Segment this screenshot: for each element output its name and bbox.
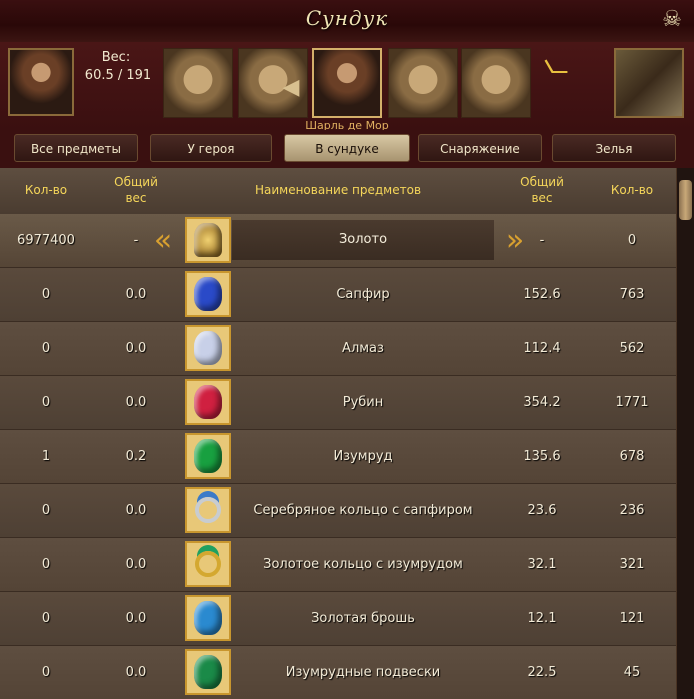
- tab-hero[interactable]: У героя: [150, 134, 272, 162]
- table-row[interactable]: 0 0.0 Серебряное кольцо с сапфиром 23.6 236: [0, 484, 676, 538]
- compass-icon[interactable]: ⦦: [536, 44, 576, 84]
- header-item-name: Наименование предметов: [254, 183, 422, 197]
- table-row[interactable]: 0 0.0 Золотое кольцо с изумрудом 32.1 321: [0, 538, 676, 592]
- qty-left: 0: [41, 557, 51, 572]
- item-name: Сапфир: [336, 287, 390, 302]
- window-title: Сундук: [305, 6, 389, 30]
- sapphire-icon: [185, 271, 231, 317]
- item-name: Изумрудные подвески: [285, 665, 441, 680]
- gold-coins-icon: [185, 217, 231, 263]
- qty-left: 1: [41, 449, 51, 464]
- qty-right: 45: [623, 665, 641, 680]
- table-row[interactable]: 6977400- Золото «» -0: [0, 214, 676, 268]
- header-qty-left: Кол-во: [24, 183, 68, 197]
- table-row[interactable]: 1 0.2 Изумруд 135.6 678: [0, 430, 676, 484]
- weight-value: 60.5 / 191: [84, 68, 152, 83]
- qty-left: 0: [41, 665, 51, 680]
- header-weight-right: Общий вес: [520, 175, 564, 205]
- qty-right: 0: [627, 233, 637, 248]
- silver-sapphire-ring-icon: [185, 487, 231, 533]
- qty-left: 0: [41, 611, 51, 626]
- chest-window: Сундук ☠ Вес: 60.5 / 191 ◀ ▶ Шарль де Мо…: [0, 0, 694, 699]
- item-name: Серебряное кольцо с сапфиром: [253, 503, 473, 518]
- table-row[interactable]: 0 0.0 Рубин 354.2 1771: [0, 376, 676, 430]
- table-row[interactable]: 0 0.0 Изумрудные подвески 22.5 45: [0, 646, 676, 699]
- weight-right: 12.1: [527, 611, 557, 626]
- qty-right: 562: [619, 341, 645, 356]
- qty-right: 236: [619, 503, 645, 518]
- item-name: Золотое кольцо с изумрудом: [263, 557, 463, 572]
- emerald-pendant-icon: [185, 649, 231, 695]
- weight-left: 0.0: [125, 557, 147, 572]
- qty-right: 121: [619, 611, 645, 626]
- diamond-icon: [185, 325, 231, 371]
- weight-right: 32.1: [527, 557, 557, 572]
- qty-left: 0: [41, 341, 51, 356]
- item-name: Золото: [232, 220, 494, 260]
- item-name: Изумруд: [333, 449, 393, 464]
- ship-map-image[interactable]: [614, 48, 684, 118]
- tab-equipment[interactable]: Снаряжение: [418, 134, 542, 162]
- title-bar: Сундук ☠: [0, 0, 694, 43]
- qty-right: 763: [619, 287, 645, 302]
- companion-slot-4[interactable]: [461, 48, 531, 118]
- weight-left: 0.2: [125, 449, 147, 464]
- ruby-icon: [185, 379, 231, 425]
- item-name: Золотая брошь: [311, 611, 415, 626]
- qty-right: 321: [619, 557, 645, 572]
- skull-close-icon[interactable]: ☠: [660, 8, 684, 32]
- prev-hero-arrow-icon[interactable]: ◀: [280, 74, 302, 102]
- companion-slot-1[interactable]: [163, 48, 233, 118]
- weight-right: 354.2: [523, 395, 561, 410]
- tab-chest[interactable]: В сундуке: [284, 134, 410, 162]
- weight-left: 0.0: [125, 341, 147, 356]
- weight-right: 23.6: [527, 503, 557, 518]
- item-name: Рубин: [342, 395, 384, 410]
- tab-all-items[interactable]: Все предметы: [14, 134, 138, 162]
- table-row[interactable]: 0 0.0 Алмаз 112.4 562: [0, 322, 676, 376]
- weight-right: 22.5: [527, 665, 557, 680]
- weight-right: -: [539, 233, 545, 248]
- table-row[interactable]: 0 0.0 Сапфир 152.6 763: [0, 268, 676, 322]
- weight-left: 0.0: [125, 287, 147, 302]
- scroll-thumb[interactable]: [679, 180, 692, 220]
- qty-left: 0: [41, 287, 51, 302]
- item-name: Алмаз: [342, 341, 384, 356]
- weight-left: 0.0: [125, 503, 147, 518]
- qty-right: 678: [619, 449, 645, 464]
- weight-label: Вес:: [101, 50, 131, 65]
- gold-emerald-ring-icon: [185, 541, 231, 587]
- table-row[interactable]: 0 0.0 Золотая брошь 12.1 121: [0, 592, 676, 646]
- transfer-left-icon[interactable]: «: [146, 224, 180, 258]
- weight-left: 0.0: [125, 395, 147, 410]
- table-header: Кол-во Общий вес Наименование предметов О…: [0, 168, 676, 215]
- weight-right: 152.6: [523, 287, 561, 302]
- active-hero-slot[interactable]: [312, 48, 382, 118]
- weight-right: 135.6: [523, 449, 561, 464]
- items-table: Кол-во Общий вес Наименование предметов О…: [0, 168, 676, 699]
- scrollbar[interactable]: [676, 168, 694, 699]
- gold-brooch-icon: [185, 595, 231, 641]
- tab-bar: Все предметы У героя В сундуке Снаряжени…: [0, 130, 694, 168]
- emerald-icon: [185, 433, 231, 479]
- qty-left: 6977400: [17, 233, 75, 248]
- weight-right: 112.4: [523, 341, 561, 356]
- weight-left: 0.0: [125, 611, 147, 626]
- qty-right: 1771: [615, 395, 649, 410]
- qty-left: 0: [41, 395, 51, 410]
- qty-left: 0: [41, 503, 51, 518]
- weight-left: 0.0: [125, 665, 147, 680]
- tab-potions[interactable]: Зелья: [552, 134, 676, 162]
- table-body: 6977400- Золото «» -0 0 0.0 Сапфир 152.6 763 0 0.0…: [0, 214, 676, 699]
- header-weight-left: Общий вес: [114, 175, 158, 205]
- header-qty-right: Кол-во: [610, 183, 654, 197]
- hero-portrait[interactable]: [8, 48, 74, 116]
- companion-slot-3[interactable]: [388, 48, 458, 118]
